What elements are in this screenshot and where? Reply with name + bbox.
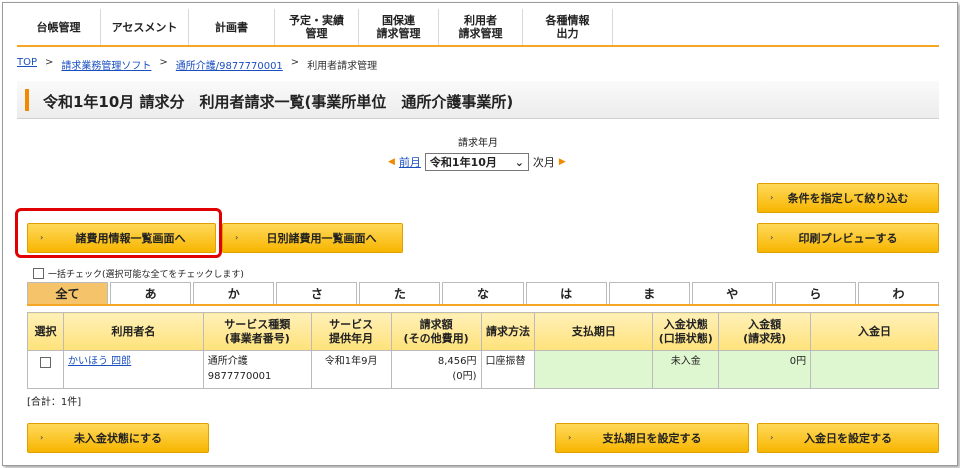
page-title: 令和1年10月 請求分 利用者請求一覧(事業所単位 通所介護事業所) <box>43 93 514 111</box>
tab-a[interactable]: あ <box>110 282 192 304</box>
row-paid-cell: 0円 <box>718 350 812 389</box>
set-due-date-button[interactable]: › 支払期日を設定する <box>555 423 749 453</box>
total-count: [合計：1件] <box>27 397 82 408</box>
next-month-label: 次月 <box>532 156 555 169</box>
nav-schedule[interactable]: 予定・実績 管理 <box>275 9 359 45</box>
row-status-cell: 未入金 <box>652 350 720 389</box>
arrow-right-icon: › <box>235 233 239 242</box>
row-service-cell: 通所介護 9877770001 <box>202 350 312 389</box>
tab-wa[interactable]: わ <box>857 282 940 304</box>
service-type: 通所介護 <box>207 356 248 367</box>
breadcrumb-separator: > <box>45 57 54 68</box>
col-paid-amount: 入金額 (請求残) <box>718 312 812 351</box>
row-paid-date-cell <box>810 350 939 389</box>
check-all-label: 一括チェック(選択可能な全てをチェックします) <box>48 270 244 280</box>
row-select-cell <box>27 350 64 389</box>
row-month-cell: 令和1年9月 <box>310 350 392 389</box>
billing-table: 選択 利用者名 サービス種類 (事業者番号) サービス 提供年月 請求額 (その… <box>27 312 939 389</box>
tab-ma[interactable]: ま <box>608 282 690 304</box>
breadcrumb: TOP > 請求業務管理ソフト > 通所介護/9877770001 > 利用者請… <box>17 57 377 72</box>
arrow-right-icon: › <box>770 233 774 242</box>
title-accent <box>25 89 29 111</box>
amount-value: 8,456円 <box>437 356 477 367</box>
breadcrumb-separator: > <box>159 57 168 68</box>
tab-ha[interactable]: は <box>525 282 607 304</box>
breadcrumb-software[interactable]: 請求業務管理ソフト <box>61 57 151 72</box>
daily-expense-button-label: 日別諸費用一覧画面へ <box>266 232 377 245</box>
tab-ra[interactable]: ら <box>774 282 856 304</box>
nav-plan[interactable]: 計画書 <box>189 9 275 45</box>
col-select: 選択 <box>27 312 64 351</box>
arrow-right-icon: › <box>568 433 572 442</box>
nav-output[interactable]: 各種情報 出力 <box>523 9 613 45</box>
month-select-value: 令和1年10月 <box>429 156 497 169</box>
set-unpaid-button[interactable]: › 未入金状態にする <box>27 423 209 453</box>
col-due-date: 支払期日 <box>534 312 654 351</box>
month-label: 請求年月 <box>458 138 498 149</box>
col-paid-date: 入金日 <box>810 312 939 351</box>
row-method-cell: 口座振替 <box>480 350 536 389</box>
set-payment-date-button-label: 入金日を設定する <box>804 432 892 445</box>
month-selector: ◀ 前月 令和1年10月 ⌄ 次月 ▶ <box>388 153 566 171</box>
nav-kokuho[interactable]: 国保連 請求管理 <box>359 9 439 45</box>
tab-na[interactable]: な <box>442 282 524 304</box>
row-user-name-cell: かいほう 四郎 <box>62 350 204 389</box>
other-amount-value: (0円) <box>452 371 477 382</box>
col-user-name: 利用者名 <box>62 312 204 351</box>
row-checkbox[interactable] <box>39 357 51 368</box>
check-all-checkbox[interactable] <box>33 268 44 279</box>
arrow-right-icon: › <box>40 433 44 442</box>
tab-ta[interactable]: た <box>359 282 441 304</box>
filter-button-label: 条件を指定して絞り込む <box>787 192 909 205</box>
highlight-box <box>15 208 222 258</box>
daily-expense-button[interactable]: › 日別諸費用一覧画面へ <box>222 223 403 253</box>
tab-sa[interactable]: さ <box>276 282 358 304</box>
triangle-left-icon: ◀ <box>388 157 395 167</box>
office-number: 9877770001 <box>207 371 272 382</box>
table-header-row: 選択 利用者名 サービス種類 (事業者番号) サービス 提供年月 請求額 (その… <box>27 312 939 351</box>
filter-button[interactable]: › 条件を指定して絞り込む <box>757 183 939 213</box>
col-service-type: サービス種類 (事業者番号) <box>202 312 312 351</box>
tab-ya[interactable]: や <box>691 282 773 304</box>
tab-ka[interactable]: か <box>193 282 275 304</box>
print-preview-button[interactable]: › 印刷プレビューする <box>757 223 939 253</box>
breadcrumb-separator: > <box>290 57 300 68</box>
row-amount-cell: 8,456円 (0円) <box>390 350 482 389</box>
col-amount: 請求額 (その他費用) <box>390 312 482 351</box>
arrow-right-icon: › <box>770 433 774 442</box>
set-due-date-button-label: 支払期日を設定する <box>602 432 702 445</box>
breadcrumb-office[interactable]: 通所介護/9877770001 <box>176 57 283 72</box>
table-row: かいほう 四郎 通所介護 9877770001 令和1年9月 8,456円 (0… <box>27 350 939 389</box>
nav-ledger[interactable]: 台帳管理 <box>17 9 101 45</box>
tab-all[interactable]: 全て <box>27 282 109 304</box>
print-preview-button-label: 印刷プレビューする <box>798 232 898 245</box>
kana-tabs: 全て あ か さ た な は ま や ら わ <box>27 282 940 306</box>
month-select[interactable]: 令和1年10月 ⌄ <box>424 153 529 171</box>
arrow-right-icon: › <box>770 193 774 202</box>
nav-user-billing[interactable]: 利用者 請求管理 <box>439 9 523 45</box>
col-method: 請求方法 <box>480 312 536 351</box>
set-unpaid-button-label: 未入金状態にする <box>73 432 163 445</box>
row-due-cell <box>534 350 654 389</box>
top-navigation: 台帳管理 アセスメント 計画書 予定・実績 管理 国保連 請求管理 利用者 請求… <box>17 9 939 47</box>
triangle-right-icon: ▶ <box>558 157 566 167</box>
nav-assessment[interactable]: アセスメント <box>101 9 189 45</box>
user-name-link[interactable]: かいほう 四郎 <box>68 356 131 367</box>
prev-month-link[interactable]: 前月 <box>399 154 421 170</box>
breadcrumb-current: 利用者請求管理 <box>307 61 378 72</box>
col-service-month: サービス 提供年月 <box>310 312 392 351</box>
window-frame: 台帳管理 アセスメント 計画書 予定・実績 管理 国保連 請求管理 利用者 請求… <box>2 2 958 466</box>
breadcrumb-top[interactable]: TOP <box>17 57 37 72</box>
chevron-down-icon: ⌄ <box>514 155 524 169</box>
col-payment-status: 入金状態 (口振状態) <box>652 312 720 351</box>
title-bar: 令和1年10月 請求分 利用者請求一覧(事業所単位 通所介護事業所) <box>17 81 939 119</box>
nav-filler <box>613 9 939 45</box>
set-payment-date-button[interactable]: › 入金日を設定する <box>757 423 939 453</box>
check-all[interactable]: 一括チェック(選択可能な全てをチェックします) <box>33 267 244 280</box>
